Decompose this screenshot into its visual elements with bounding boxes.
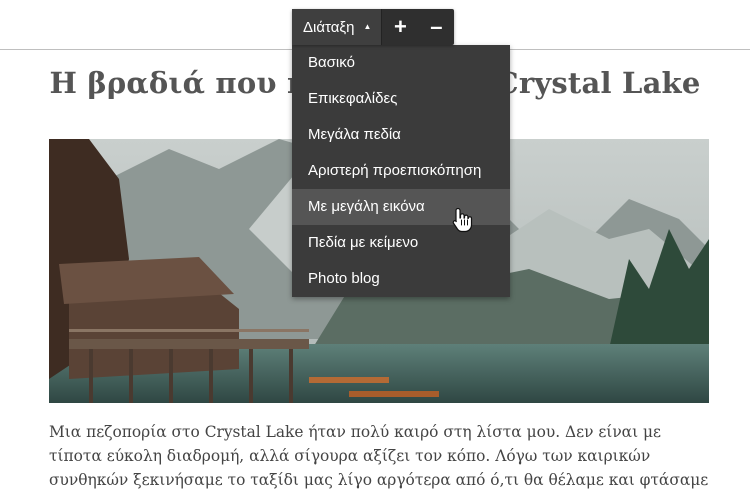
menu-item-headings[interactable]: Επικεφαλίδες (292, 81, 510, 117)
zoom-in-button[interactable]: + (381, 9, 418, 45)
layout-dropdown-menu: Βασικό Επικεφαλίδες Μεγάλα πεδία Αριστερ… (292, 45, 510, 297)
caret-up-icon: ▲ (363, 22, 372, 31)
menu-item-large-fields[interactable]: Μεγάλα πεδία (292, 117, 510, 153)
menu-item-left-preview[interactable]: Αριστερή προεπισκόπηση (292, 153, 510, 189)
menu-item-large-image[interactable]: Με μεγάλη εικόνα (292, 189, 510, 225)
hand-pointer-icon (452, 207, 474, 238)
menu-item-basic[interactable]: Βασικό (292, 45, 510, 81)
layout-dropdown-label: Διάταξη (303, 18, 355, 36)
zoom-out-button[interactable]: – (418, 9, 454, 45)
menu-item-photo-blog[interactable]: Photo blog (292, 261, 510, 297)
layout-dropdown-button[interactable]: Διάταξη ▲ (292, 9, 382, 45)
layout-toolbar: Διάταξη ▲ + – (292, 9, 455, 45)
menu-item-text-fields[interactable]: Πεδία με κείμενο (292, 225, 510, 261)
post-body-text: Μια πεζοπορία στο Crystal Lake ήταν πολύ… (49, 423, 709, 496)
